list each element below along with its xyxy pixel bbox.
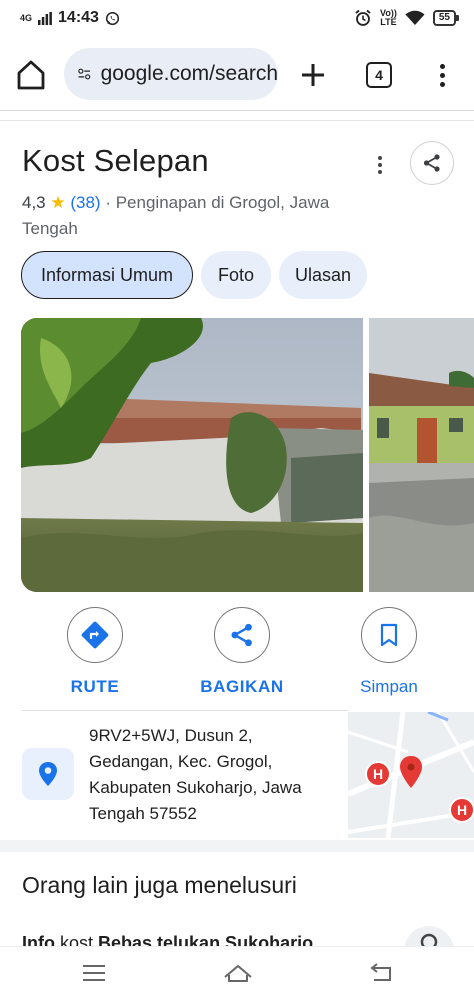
related-search-item[interactable]: Info kost Bebas telukan Sukoharjo (22, 932, 362, 946)
address-line: 9RV2+5WJ, Dusun 2, (89, 726, 253, 745)
tab-switcher-button[interactable]: 4 (366, 62, 392, 88)
route-button[interactable] (67, 607, 123, 663)
route-action[interactable]: RUTE (45, 607, 145, 697)
peek-suffix: Bebas telukan Sukoharjo (98, 933, 314, 946)
place-photo-second[interactable] (369, 318, 474, 592)
card-edge (0, 120, 474, 121)
wifi-icon (405, 10, 425, 25)
clock: 14:43 (58, 9, 99, 26)
rating-value: 4,3 (22, 193, 46, 212)
volte-indicator: Vo)) LTE (380, 9, 397, 27)
address-bar[interactable]: google.com/search (64, 48, 278, 100)
status-right: Vo)) LTE 55 (354, 9, 460, 27)
site-settings-icon[interactable] (78, 64, 91, 84)
address-line: Kabupaten Sukoharjo, Jawa (89, 778, 302, 797)
peek-prefix: Info (22, 933, 55, 946)
status-left: 4G 14:43 (20, 9, 120, 27)
recents-menu-icon[interactable] (80, 961, 108, 985)
peek-middle: kost (55, 933, 99, 946)
battery-icon: 55 (432, 10, 460, 26)
save-label: Simpan (360, 677, 418, 696)
map-marker-label: H (457, 802, 467, 818)
share-label: BAGIKAN (200, 677, 284, 696)
home-icon[interactable] (14, 58, 48, 92)
related-searches-title: Orang lain juga menelusuri (22, 872, 297, 898)
tab-ulasan[interactable]: Ulasan (279, 251, 367, 299)
directions-icon (81, 621, 109, 649)
actions-divider (22, 710, 348, 711)
address-icon-box (22, 748, 74, 800)
new-tab-icon[interactable] (296, 58, 330, 92)
signal-icon (38, 11, 52, 25)
alarm-icon (355, 9, 371, 26)
star-icon: ★ (50, 193, 66, 212)
address-line: Tengah 57552 (89, 804, 197, 823)
address-text[interactable]: 9RV2+5WJ, Dusun 2, Gedangan, Kec. Grogol… (89, 723, 339, 827)
place-title: Kost Selepan (22, 143, 209, 178)
lte-label: LTE (380, 17, 397, 27)
review-count[interactable]: (38) (70, 193, 100, 212)
system-nav-bar (0, 946, 474, 1000)
route-label: RUTE (70, 677, 120, 696)
share-icon (423, 154, 440, 172)
share-action[interactable]: BAGIKAN (192, 607, 292, 697)
tab-informasi-umum[interactable]: Informasi Umum (21, 251, 193, 299)
share-action-button[interactable] (214, 607, 270, 663)
url-text: google.com/search (100, 62, 278, 85)
rating-line: 4,3 ★ (38) · Penginapan di Grogol, Jawa … (22, 190, 362, 242)
status-bar: 4G 14:43 Vo)) LTE 55 (0, 0, 474, 36)
section-gap (0, 840, 474, 852)
map-thumbnail[interactable]: H H (348, 712, 474, 838)
map-illustration: H H (348, 712, 474, 838)
back-nav-icon[interactable] (368, 961, 396, 985)
place-photo-main[interactable] (21, 318, 363, 592)
tab-foto[interactable]: Foto (201, 251, 271, 299)
save-action[interactable]: Simpan (339, 607, 439, 697)
whatsapp-icon (105, 11, 119, 25)
map-marker-label: H (373, 766, 383, 782)
home-nav-icon[interactable] (222, 961, 254, 985)
browser-toolbar: google.com/search 4 (0, 44, 474, 104)
photo-main-illustration (21, 318, 363, 592)
network-type: 4G (20, 12, 33, 23)
browser-menu-icon[interactable] (430, 58, 454, 92)
toolbar-divider (0, 110, 474, 111)
location-pin-icon (39, 762, 57, 786)
place-category: · Penginapan di Grogol, Jawa Tengah (22, 193, 330, 238)
more-options-icon[interactable] (370, 152, 390, 178)
save-button[interactable] (361, 607, 417, 663)
photo-second-illustration (369, 318, 474, 592)
share-icon (231, 623, 252, 647)
share-button[interactable] (410, 141, 454, 185)
address-line: Gedangan, Kec. Grogol, (89, 752, 273, 771)
bookmark-icon (380, 623, 398, 647)
